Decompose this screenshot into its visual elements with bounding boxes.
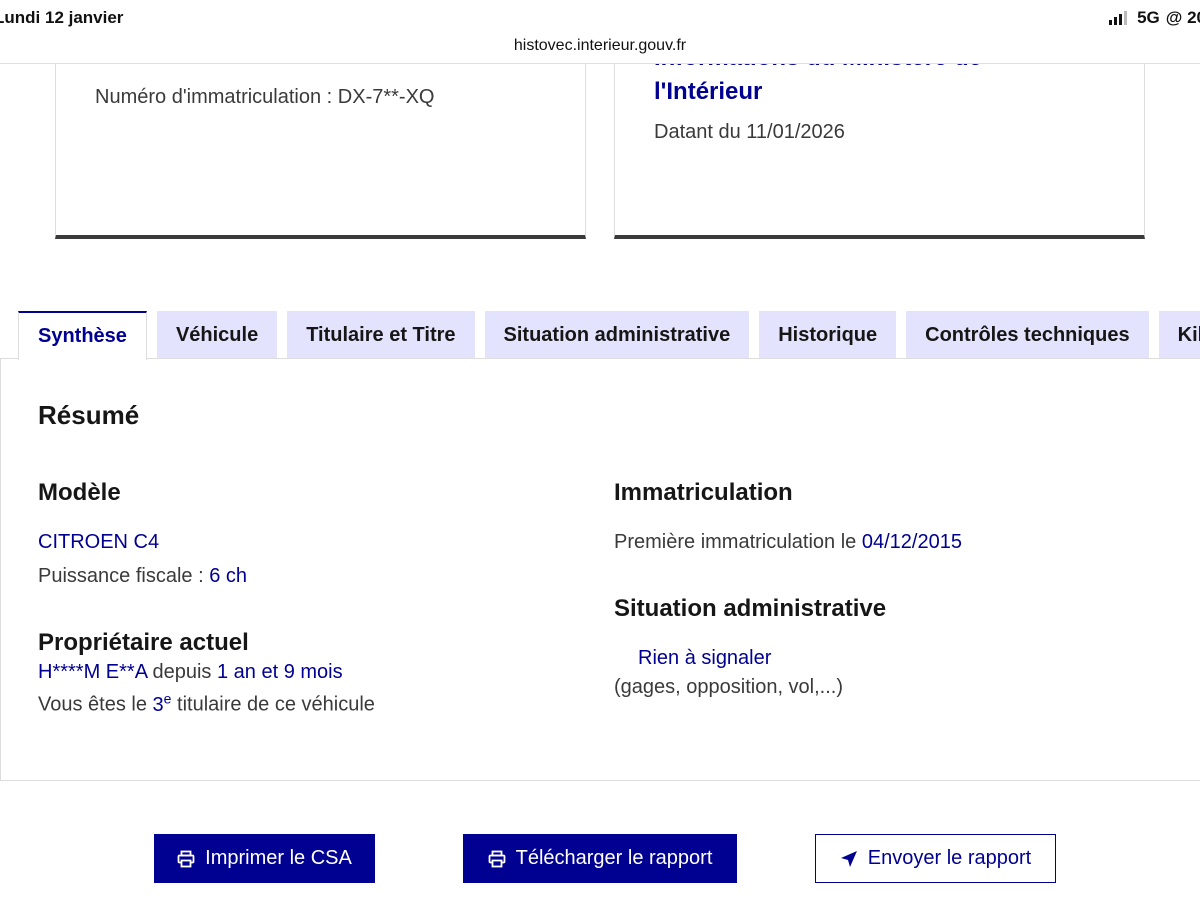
tab-controles-techniques[interactable]: Contrôles techniques — [906, 311, 1149, 359]
status-bar: Lundi 12 janvier 5G @ 20 histovec.interi… — [0, 0, 1200, 64]
model-heading: Modèle — [38, 479, 121, 506]
holder-rank-line: Vous êtes le 3e titulaire de ce véhicule — [38, 690, 375, 717]
holder-number: 3e — [152, 690, 172, 716]
status-right-text: @ 20 — [1165, 8, 1200, 27]
tab-list: Synthèse Véhicule Titulaire et Titre Sit… — [18, 311, 1200, 360]
send-report-label: Envoyer le rapport — [867, 847, 1032, 869]
plate-number-text: Numéro d'immatriculation : DX-7**-XQ — [95, 86, 435, 108]
printer-icon — [488, 850, 506, 868]
send-arrow-icon — [840, 850, 858, 868]
admin-status-text: Rien à signaler — [638, 647, 772, 669]
holder-prefix: Vous êtes le — [38, 693, 153, 716]
first-registration-text: Première immatriculation le 04/12/2015 — [614, 531, 962, 554]
network-type: 5G — [1137, 8, 1160, 27]
owner-name: H****M E**A — [38, 661, 147, 683]
fiscal-power-text: Puissance fiscale : 6 ch — [38, 565, 247, 588]
owner-heading: Propriétaire actuel — [38, 629, 249, 656]
tab-titulaire-et-titre[interactable]: Titulaire et Titre — [287, 311, 475, 359]
model-name: CITROEN C4 — [38, 531, 160, 553]
ministry-date-text: Datant du 11/01/2026 — [654, 121, 845, 143]
tab-vehicule[interactable]: Véhicule — [156, 311, 278, 359]
fiscal-power-label: Puissance fiscale : — [38, 565, 210, 587]
address-bar-url[interactable]: histovec.interieur.gouv.fr — [0, 37, 1200, 55]
tab-situation-administrative[interactable]: Situation administrative — [484, 311, 750, 359]
tab-kilometrage[interactable]: Kilo — [1158, 311, 1200, 359]
owner-since-label: depuis — [146, 661, 217, 683]
owner-since-value: 1 an et 9 mois — [217, 661, 343, 683]
download-report-label: Télécharger le rapport — [515, 847, 713, 869]
ministry-card-title-line2[interactable]: l'Intérieur — [654, 75, 762, 109]
fiscal-power-value: 6 ch — [209, 565, 248, 587]
first-registration-date: 04/12/2015 — [861, 531, 962, 553]
status-date: Lundi 12 janvier — [0, 8, 124, 27]
status-indicators: 5G @ 20 — [1109, 8, 1200, 28]
signal-strength-icon — [1109, 11, 1128, 25]
print-csa-button[interactable]: Imprimer le CSA — [154, 834, 375, 883]
tab-synthese[interactable]: Synthèse — [18, 311, 147, 360]
holder-number-value: 3 — [152, 693, 164, 716]
printer-icon — [177, 850, 195, 868]
print-csa-label: Imprimer le CSA — [205, 847, 352, 869]
download-report-button[interactable]: Télécharger le rapport — [463, 834, 737, 883]
summary-title: Résumé — [38, 400, 140, 430]
first-registration-label: Première immatriculation le — [614, 531, 862, 553]
tab-historique[interactable]: Historique — [759, 311, 897, 359]
holder-suffix: titulaire de ce véhicule — [171, 693, 375, 716]
admin-details-text: (gages, opposition, vol,...) — [614, 676, 844, 698]
owner-line: H****M E**A depuis 1 an et 9 mois — [38, 661, 343, 684]
admin-situation-heading: Situation administrative — [614, 595, 887, 622]
registration-heading: Immatriculation — [614, 479, 793, 506]
send-report-button[interactable]: Envoyer le rapport — [815, 834, 1056, 883]
